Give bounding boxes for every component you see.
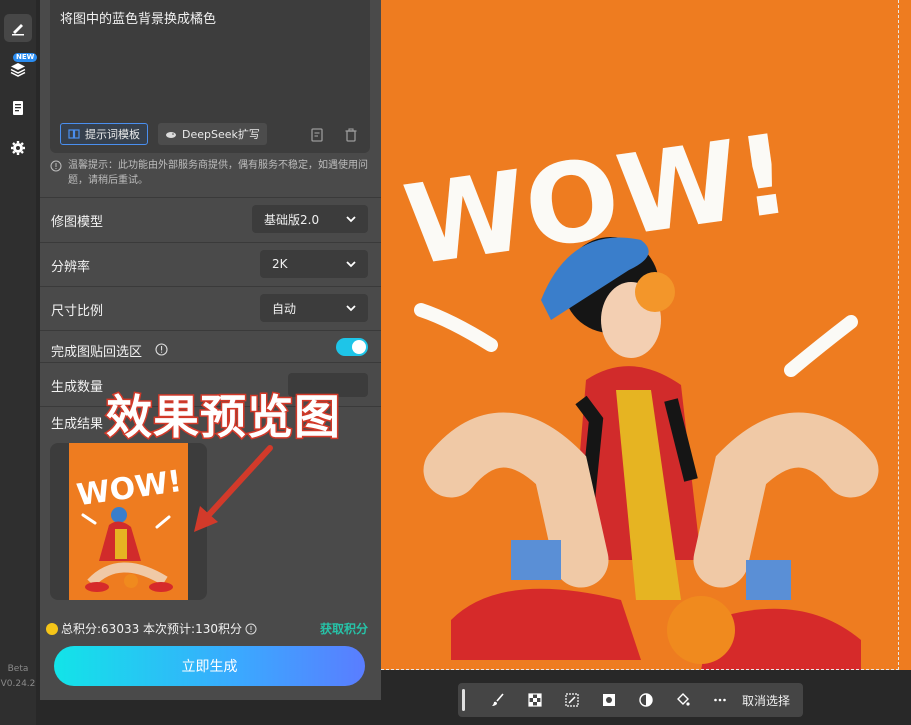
settings-tool-button[interactable] xyxy=(4,134,32,162)
info-icon xyxy=(50,160,62,172)
generate-button[interactable]: 立即生成 xyxy=(54,646,365,686)
checker-icon xyxy=(527,693,542,707)
layers-icon xyxy=(10,63,26,77)
resolution-label: 分辨率 xyxy=(51,260,91,275)
notes-tool-button[interactable] xyxy=(4,94,32,122)
deepseek-expand-label: DeepSeek扩写 xyxy=(182,128,260,141)
ratio-label: 尺寸比例 xyxy=(51,304,104,319)
chevron-down-icon xyxy=(346,216,356,223)
model-select[interactable]: 基础版2.0 xyxy=(252,205,368,233)
paste-back-label: 完成图贴回选区 xyxy=(51,345,143,360)
contrast-tool-button[interactable] xyxy=(627,683,664,717)
annotation-arrow-icon xyxy=(194,445,273,532)
toggle-knob xyxy=(352,340,366,354)
credits-info: 总积分:63033 本次预计:130积分 xyxy=(46,620,257,637)
history-icon[interactable] xyxy=(309,127,325,143)
paste-back-toggle[interactable] xyxy=(336,338,368,356)
resolution-value: 2K xyxy=(272,257,288,271)
transparency-tool-button[interactable] xyxy=(516,683,553,717)
beta-label: Beta xyxy=(7,664,29,674)
brush-icon xyxy=(491,693,504,706)
credits-text: 总积分:63033 本次预计:130积分 xyxy=(61,622,242,636)
canvas-toolbar: 取消选择 xyxy=(458,683,803,717)
result-preview-image: WOW! xyxy=(69,443,188,600)
resolution-select[interactable]: 2K xyxy=(260,250,368,278)
info-icon[interactable] xyxy=(245,623,257,635)
trash-icon[interactable] xyxy=(343,127,359,143)
brush-tool-button[interactable] xyxy=(479,683,516,717)
canvas-image: WOW! xyxy=(381,0,911,670)
pencil-icon xyxy=(12,24,24,36)
cancel-selection-button[interactable]: 取消选择 xyxy=(742,692,790,709)
coin-icon xyxy=(46,622,58,635)
more-tools-button[interactable] xyxy=(701,683,738,717)
document-icon xyxy=(13,101,23,115)
gear-icon xyxy=(11,141,25,155)
service-tip-text: 温馨提示：此功能由外部服务商提供，偶有服务不稳定，如遇使用问题，请稍后重试。 xyxy=(68,160,368,186)
chevron-down-icon xyxy=(346,261,356,268)
info-icon[interactable] xyxy=(155,343,168,356)
prompt-textarea[interactable]: 将图中的蓝色背景换成橘色 提示词模板 DeepSeek扩写 xyxy=(50,0,370,153)
chevron-down-icon xyxy=(346,305,356,312)
new-badge: NEW xyxy=(13,53,38,62)
quantity-label: 生成数量 xyxy=(51,380,104,395)
fill-tool-button[interactable] xyxy=(664,683,701,717)
model-value: 基础版2.0 xyxy=(264,212,320,227)
whale-icon xyxy=(166,132,176,138)
settings-panel: 将图中的蓝色背景换成橘色 提示词模板 DeepSeek扩写 温馨提示：此功能由外… xyxy=(40,0,381,700)
model-label: 修图模型 xyxy=(51,215,104,230)
version-info: Beta V0.24.2 xyxy=(0,662,36,692)
prompt-template-label: 提示词模板 xyxy=(85,128,140,141)
ratio-value: 自动 xyxy=(272,301,297,316)
paint-bucket-icon xyxy=(676,693,690,706)
prompt-template-button[interactable]: 提示词模板 xyxy=(60,123,148,145)
version-label: V0.24.2 xyxy=(0,679,36,689)
result-label: 生成结果 xyxy=(51,417,104,432)
model-row: 修图模型 基础版2.0 xyxy=(40,197,381,241)
toolbar-grip[interactable] xyxy=(462,689,465,711)
get-credits-link[interactable]: 获取积分 xyxy=(320,620,368,637)
deepseek-expand-button[interactable]: DeepSeek扩写 xyxy=(158,123,267,145)
left-rail: NEW Beta V0.24.2 xyxy=(0,0,38,725)
preview-annotation: 效果预览图 xyxy=(105,389,342,446)
more-icon xyxy=(713,698,726,702)
cutout-tool-button[interactable] xyxy=(553,683,590,717)
app-window: NEW Beta V0.24.2 将图中的蓝色背景换成橘色 提示词模板 Deep… xyxy=(0,0,911,725)
ratio-select[interactable]: 自动 xyxy=(260,294,368,322)
cutout-icon xyxy=(564,693,579,707)
book-icon xyxy=(68,129,80,139)
service-tip: 温馨提示：此功能由外部服务商提供，偶有服务不稳定，如遇使用问题，请稍后重试。 xyxy=(50,158,370,188)
mask-tool-button[interactable] xyxy=(590,683,627,717)
edit-tool-button[interactable] xyxy=(4,14,32,42)
contrast-icon xyxy=(638,693,653,707)
mask-icon xyxy=(602,694,615,706)
prompt-text[interactable]: 将图中的蓝色背景换成橘色 xyxy=(60,8,216,27)
ratio-row: 尺寸比例 自动 xyxy=(40,286,381,330)
image-canvas[interactable]: WOW! xyxy=(381,0,911,670)
resolution-row: 分辨率 2K xyxy=(40,242,381,286)
